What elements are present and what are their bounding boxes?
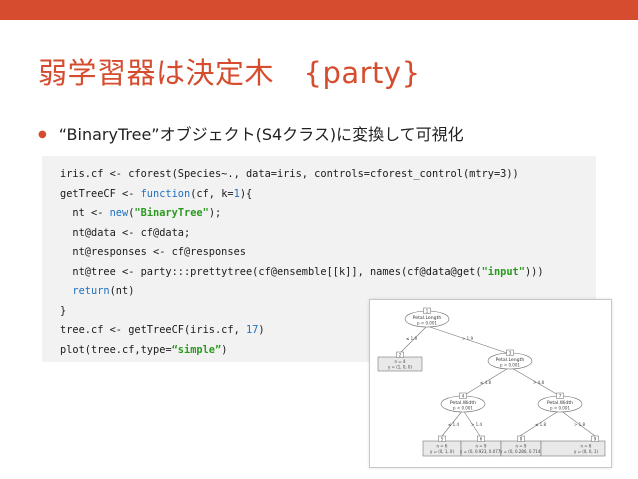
edge-label: ≤ 1.4 — [448, 422, 459, 427]
edge-label: > 1.4 — [471, 422, 482, 427]
leaf-count: n = 6 — [437, 444, 448, 449]
leaf-count: n = 9 — [516, 444, 527, 449]
leaf-count: n = 9 — [476, 444, 487, 449]
code-string: "input" — [481, 265, 525, 278]
bullet-text: “BinaryTree”オブジェクト(S4クラス)に変換して可視化 — [58, 125, 464, 144]
code-text: ){ — [239, 187, 253, 200]
code-string: “simple” — [171, 343, 222, 356]
edge-label: > 4.8 — [533, 380, 544, 385]
code-text: ); — [208, 207, 222, 219]
node-pvalue: p < 0.001 — [500, 363, 520, 368]
tree-svg: ≤ 1.9 > 1.9 ≤ 4.8 > 4.8 ≤ 1.4 > 1.4 ≤ 1.… — [377, 307, 606, 457]
tree-leaf-9: 9 n = 6 y = (0, 0, 1) — [540, 435, 606, 457]
edge-label: > 1.8 — [574, 422, 585, 427]
code-text: ) — [221, 343, 228, 356]
node-pvalue: p < 0.001 — [550, 406, 570, 411]
tree-edges — [400, 325, 596, 437]
code-line: nt@tree <- party:::prettytree(cf@ensembl… — [60, 263, 596, 283]
code-text: nt@tree <- party:::prettytree(cf@ensembl… — [60, 265, 482, 278]
node-id: 4 — [462, 393, 465, 398]
bullet-item: ● “BinaryTree”オブジェクト(S4クラス)に変換して可視化 — [38, 121, 464, 145]
code-keyword: function — [140, 187, 191, 200]
tree-node-1: 1 Petal.Length p < 0.001 — [404, 307, 450, 328]
leaf-id: 8 — [520, 436, 523, 441]
code-text: getTreeCF <- — [60, 187, 141, 200]
edge-label: > 1.9 — [462, 336, 473, 341]
code-keyword: return — [72, 285, 110, 297]
edge-label: ≤ 4.8 — [480, 380, 491, 385]
node-id: 7 — [559, 393, 562, 398]
code-string: "BinaryTree" — [134, 207, 209, 219]
tree-node-4: 4 Petal.Width p < 0.001 — [440, 392, 486, 413]
code-text: (cf, k= — [190, 187, 234, 200]
tree-edge-labels: ≤ 1.9 > 1.9 ≤ 4.8 > 4.8 ≤ 1.4 > 1.4 ≤ 1.… — [406, 336, 585, 427]
leaf-id: 9 — [594, 436, 597, 441]
leaf-id: 5 — [441, 436, 444, 441]
bullet-dot-icon: ● — [38, 129, 47, 140]
leaf-id: 6 — [480, 436, 483, 441]
tree-leaf-2: 2 n = 4 y = (1, 0, 0) — [377, 351, 423, 372]
tree-node-3: 3 Petal.Length p < 0.001 — [487, 349, 533, 370]
code-line: nt@responses <- cf@responses — [60, 246, 246, 258]
node-id: 1 — [426, 308, 429, 313]
node-pvalue: p < 0.001 — [453, 406, 473, 411]
tree-leaf-8: 8 n = 9 y = (0, 0.286, 0.714) — [500, 435, 542, 457]
code-text: (nt) — [109, 285, 135, 297]
decision-tree-plot: ≤ 1.9 > 1.9 ≤ 4.8 > 4.8 ≤ 1.4 > 1.4 ≤ 1.… — [369, 299, 612, 468]
code-line: iris.cf <- cforest(Species~., data=iris,… — [60, 168, 519, 180]
code-text: plot(tree.cf,type= — [60, 343, 172, 356]
edge-label: ≤ 1.9 — [406, 336, 417, 341]
top-accent-bar — [0, 0, 638, 20]
code-text: ) — [258, 324, 265, 336]
code-text: nt <- — [60, 207, 110, 219]
leaf-distribution: y = (0, 0, 1) — [574, 449, 599, 454]
tree-leaf-6: 6 n = 9 y = (0, 0.923, 0.077) — [460, 435, 502, 457]
code-text: tree.cf <- getTreeCF(iris.cf, — [60, 324, 246, 336]
leaf-id: 2 — [399, 352, 402, 357]
node-id: 3 — [509, 350, 512, 355]
tree-leaf-5: 5 n = 6 y = (0, 1, 0) — [422, 435, 462, 457]
code-line: nt@data <- cf@data; — [60, 226, 191, 239]
slide-title: 弱学習器は決定木 {party} — [38, 56, 421, 90]
leaf-distribution: y = (0, 1, 0) — [430, 449, 455, 454]
code-line: nt <- new("BinaryTree"); — [60, 204, 596, 224]
node-pvalue: p < 0.001 — [417, 321, 437, 326]
leaf-distribution: y = (0, 0.923, 0.077) — [460, 449, 502, 454]
leaf-distribution: y = (1, 0, 0) — [388, 365, 413, 370]
edge-label: ≤ 1.8 — [535, 422, 546, 427]
code-line: getTreeCF <- function(cf, k=1){ — [60, 185, 596, 205]
code-text: ))) — [524, 265, 544, 278]
code-keyword: new — [109, 207, 129, 219]
leaf-count: n = 6 — [581, 444, 592, 449]
tree-node-7: 7 Petal.Width p < 0.001 — [537, 392, 583, 413]
code-number: 17 — [245, 324, 259, 336]
leaf-distribution: y = (0, 0.286, 0.714) — [500, 449, 542, 454]
leaf-count: n = 4 — [395, 359, 406, 364]
